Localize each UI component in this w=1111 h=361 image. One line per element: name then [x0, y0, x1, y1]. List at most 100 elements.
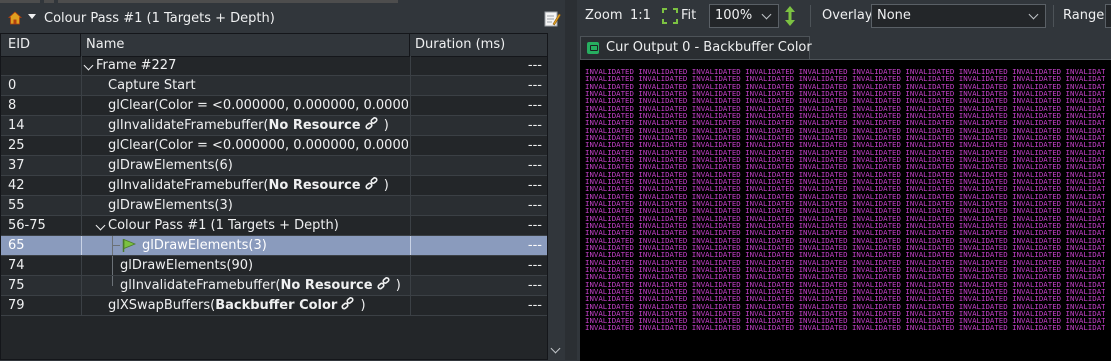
resource-link[interactable]: No Resource — [281, 278, 373, 293]
tree-row[interactable]: 79 glXSwapBuffers(Backbuffer Color ) --- — [1, 296, 547, 316]
flip-vertical-icon[interactable] — [784, 6, 796, 26]
event-name: glDrawElements(3) — [142, 238, 267, 253]
texture-viewer-panel: Zoom 1:1 Fit 100% Overlay None Range Cur… — [577, 0, 1111, 361]
fit-button[interactable]: Fit — [681, 8, 696, 23]
event-name: glDrawElements(6) — [108, 158, 233, 173]
event-name-text: glInvalidateFramebuffer( — [120, 278, 281, 293]
eid-cell: 37 — [8, 158, 25, 173]
zoom-select[interactable]: 100% — [709, 4, 779, 28]
tree-row-frame[interactable]: Frame #227 --- — [1, 56, 547, 76]
vertical-scrollbar[interactable] — [548, 33, 565, 360]
tree-row[interactable]: 74 glDrawElements(90) --- — [1, 256, 547, 276]
chevron-down-icon — [761, 9, 772, 20]
duration-cell: --- — [527, 278, 542, 293]
eid-cell: 14 — [8, 118, 25, 133]
event-name-tail: ) — [383, 118, 389, 133]
tree-row[interactable]: 75 glInvalidateFramebuffer(No Resource )… — [1, 276, 547, 296]
duration-cell: --- — [527, 298, 542, 313]
tree-header: EID Name Duration (ms) — [1, 34, 547, 57]
eid-cell: 55 — [8, 198, 25, 213]
overlay-select[interactable]: None — [871, 4, 1046, 28]
home-icon[interactable] — [8, 11, 22, 25]
resource-link[interactable]: No Resource — [269, 178, 361, 193]
link-icon[interactable] — [364, 117, 380, 131]
eid-cell: 42 — [8, 178, 25, 193]
column-header-eid[interactable]: EID — [1, 34, 81, 56]
fit-icon[interactable] — [662, 8, 678, 24]
zoom-one-to-one-button[interactable]: 1:1 — [630, 8, 651, 23]
duration-cell: --- — [527, 238, 542, 253]
tree-row[interactable]: 42 glInvalidateFramebuffer(No Resource )… — [1, 176, 547, 196]
duration-cell: --- — [527, 58, 542, 73]
tree-row[interactable]: 55 glDrawElements(3) --- — [1, 196, 547, 216]
duration-cell: --- — [527, 258, 542, 273]
link-icon[interactable] — [364, 177, 380, 191]
texture-viewer-toolbar: Zoom 1:1 Fit 100% Overlay None Range — [577, 0, 1111, 33]
toolbar-separator — [810, 5, 811, 27]
tree-row-colour-pass[interactable]: 56-75 Colour Pass #1 (1 Targets + Depth)… — [1, 216, 547, 236]
eid-cell: 75 — [8, 278, 25, 293]
event-name: glClear(Color = <0.000000, 0.000000, 0.0… — [108, 98, 408, 113]
invalidated-texture-content: INVALIDATED INVALIDATED INVALIDATED INVA… — [585, 68, 1105, 332]
eid-cell: 0 — [8, 78, 17, 93]
tree-row[interactable]: 37 glDrawElements(6) --- — [1, 156, 547, 176]
duration-cell: --- — [527, 218, 542, 233]
chevron-down-icon — [1028, 9, 1039, 20]
range-control[interactable] — [1105, 4, 1111, 28]
resource-link[interactable]: Backbuffer Color — [215, 298, 337, 313]
column-header-duration[interactable]: Duration (ms) — [410, 34, 547, 56]
event-name-text: glXSwapBuffers( — [108, 298, 216, 313]
top-divider — [0, 0, 565, 3]
duration-cell: --- — [527, 78, 542, 93]
range-label: Range — [1063, 8, 1105, 23]
event-name: glInvalidateFramebuffer(No Resource ) — [120, 276, 406, 295]
panel-splitter[interactable] — [565, 0, 577, 360]
eid-cell: 56-75 — [8, 218, 46, 233]
tree-row[interactable]: 8 glClear(Color = <0.000000, 0.000000, 0… — [1, 96, 547, 116]
event-name: glClear(Color = <0.000000, 0.000000, 0.0… — [108, 138, 408, 153]
texture-icon — [587, 42, 599, 54]
zoom-select-value: 100% — [715, 8, 753, 23]
eid-cell: 79 — [8, 298, 25, 313]
event-tree[interactable]: EID Name Duration (ms) Frame #227 --- 0 … — [0, 33, 548, 360]
event-name-tail: ) — [395, 278, 401, 293]
event-name-tail: ) — [360, 298, 366, 313]
event-name-text: glInvalidateFramebuffer( — [108, 118, 269, 133]
chevron-down-icon[interactable] — [83, 60, 94, 71]
eid-cell: 74 — [8, 258, 25, 273]
event-name: glXSwapBuffers(Backbuffer Color ) — [108, 296, 406, 315]
duration-cell: --- — [527, 198, 542, 213]
tree-row[interactable]: 14 glInvalidateFramebuffer(No Resource )… — [1, 116, 547, 136]
event-name: Colour Pass #1 (1 Targets + Depth) — [108, 218, 339, 233]
scroll-down-icon[interactable] — [550, 343, 561, 354]
current-event-flag-icon — [122, 238, 136, 252]
event-name: glDrawElements(3) — [108, 198, 233, 213]
tree-row-selected[interactable]: 65 glDrawElements(3) --- — [1, 236, 547, 256]
event-name: glInvalidateFramebuffer(No Resource ) — [108, 176, 406, 195]
eid-cell: 65 — [8, 238, 25, 253]
event-name: Capture Start — [108, 78, 196, 93]
duration-cell: --- — [527, 118, 542, 133]
tree-row[interactable]: 25 glClear(Color = <0.000000, 0.000000, … — [1, 136, 547, 156]
texture-viewport[interactable]: INVALIDATED INVALIDATED INVALIDATED INVA… — [580, 59, 1111, 361]
duration-cell: --- — [527, 98, 542, 113]
zoom-label: Zoom — [585, 8, 623, 23]
event-browser-toolbar: Colour Pass #1 (1 Targets + Depth) — [0, 5, 565, 33]
tree-row[interactable]: 0 Capture Start --- — [1, 76, 547, 96]
chevron-down-icon[interactable] — [95, 220, 106, 231]
event-name: glInvalidateFramebuffer(No Resource ) — [108, 116, 406, 135]
duration-cell: --- — [527, 158, 542, 173]
toolbar-separator — [1053, 5, 1054, 27]
column-header-name[interactable]: Name — [81, 34, 410, 56]
overlay-select-value: None — [877, 8, 911, 23]
link-icon[interactable] — [376, 277, 392, 291]
chevron-down-icon[interactable] — [28, 14, 36, 19]
bookmark-notes-icon[interactable] — [542, 9, 562, 29]
tab-cur-output[interactable]: Cur Output 0 - Backbuffer Color — [580, 36, 812, 59]
link-icon[interactable] — [340, 297, 356, 311]
eid-cell: 25 — [8, 138, 25, 153]
resource-link[interactable]: No Resource — [269, 118, 361, 133]
duration-cell: --- — [527, 138, 542, 153]
event-name-text: glInvalidateFramebuffer( — [108, 178, 269, 193]
breadcrumb[interactable]: Colour Pass #1 (1 Targets + Depth) — [44, 11, 275, 26]
